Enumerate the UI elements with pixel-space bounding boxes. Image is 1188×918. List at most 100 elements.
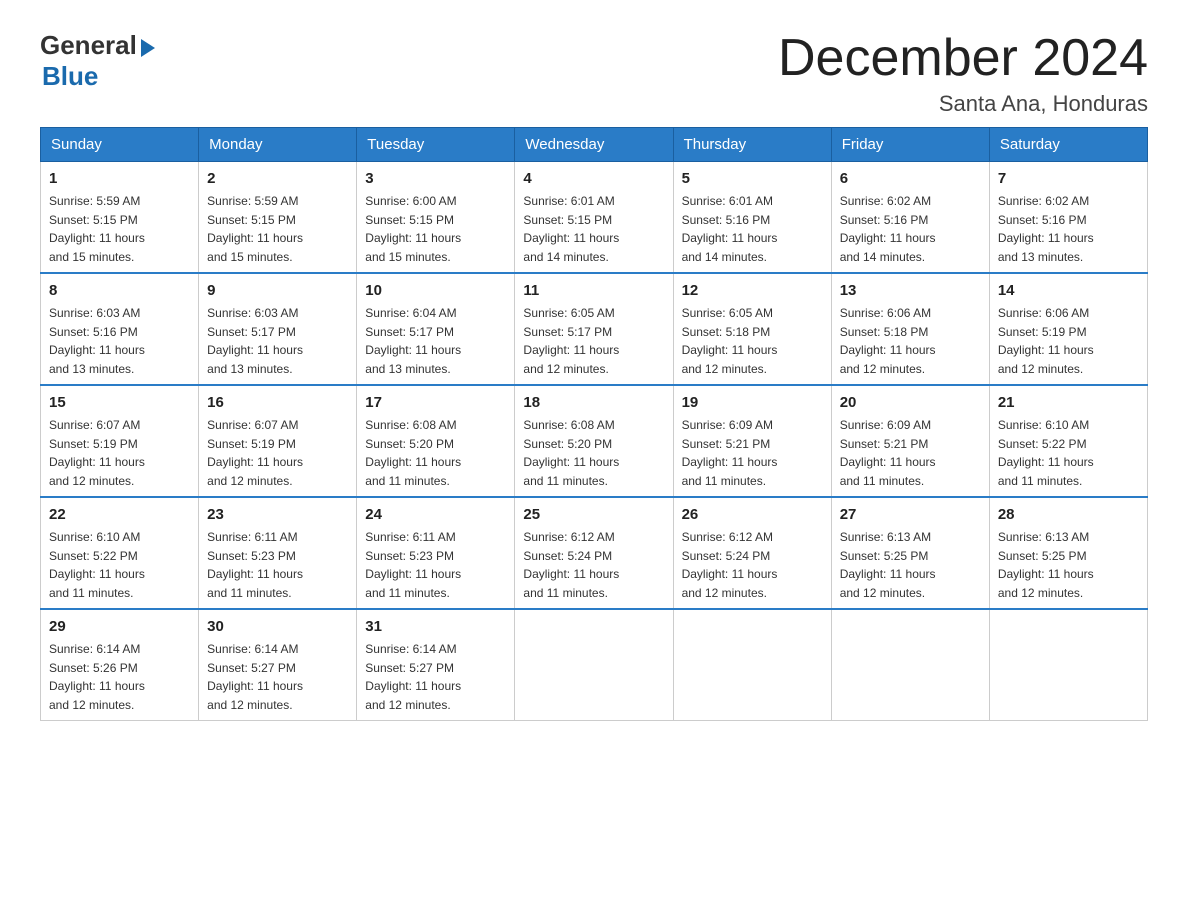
calendar-day-cell: 4 Sunrise: 6:01 AMSunset: 5:15 PMDayligh… <box>515 162 673 274</box>
day-info: Sunrise: 6:14 AMSunset: 5:26 PMDaylight:… <box>49 642 145 712</box>
day-of-week-header: Saturday <box>989 128 1147 162</box>
day-of-week-header: Thursday <box>673 128 831 162</box>
calendar-day-cell: 16 Sunrise: 6:07 AMSunset: 5:19 PMDaylig… <box>199 385 357 497</box>
calendar-day-cell: 19 Sunrise: 6:09 AMSunset: 5:21 PMDaylig… <box>673 385 831 497</box>
day-info: Sunrise: 6:01 AMSunset: 5:16 PMDaylight:… <box>682 194 778 264</box>
day-info: Sunrise: 6:09 AMSunset: 5:21 PMDaylight:… <box>840 418 936 488</box>
calendar-day-cell <box>989 609 1147 721</box>
calendar-day-cell: 28 Sunrise: 6:13 AMSunset: 5:25 PMDaylig… <box>989 497 1147 609</box>
day-info: Sunrise: 6:06 AMSunset: 5:19 PMDaylight:… <box>998 306 1094 376</box>
calendar-day-cell: 26 Sunrise: 6:12 AMSunset: 5:24 PMDaylig… <box>673 497 831 609</box>
calendar-day-cell: 6 Sunrise: 6:02 AMSunset: 5:16 PMDayligh… <box>831 162 989 274</box>
page-header: General Blue December 2024 Santa Ana, Ho… <box>40 30 1148 117</box>
logo: General Blue <box>40 30 155 92</box>
day-info: Sunrise: 6:12 AMSunset: 5:24 PMDaylight:… <box>523 530 619 600</box>
day-number: 17 <box>365 392 506 413</box>
day-of-week-header: Wednesday <box>515 128 673 162</box>
calendar-day-cell: 2 Sunrise: 5:59 AMSunset: 5:15 PMDayligh… <box>199 162 357 274</box>
calendar-day-cell: 24 Sunrise: 6:11 AMSunset: 5:23 PMDaylig… <box>357 497 515 609</box>
calendar-table: SundayMondayTuesdayWednesdayThursdayFrid… <box>40 127 1148 721</box>
calendar-day-cell: 15 Sunrise: 6:07 AMSunset: 5:19 PMDaylig… <box>41 385 199 497</box>
day-info: Sunrise: 6:02 AMSunset: 5:16 PMDaylight:… <box>840 194 936 264</box>
day-number: 4 <box>523 168 664 189</box>
day-number: 29 <box>49 616 190 637</box>
day-info: Sunrise: 6:13 AMSunset: 5:25 PMDaylight:… <box>840 530 936 600</box>
day-info: Sunrise: 6:02 AMSunset: 5:16 PMDaylight:… <box>998 194 1094 264</box>
day-number: 16 <box>207 392 348 413</box>
day-info: Sunrise: 6:09 AMSunset: 5:21 PMDaylight:… <box>682 418 778 488</box>
calendar-day-cell: 23 Sunrise: 6:11 AMSunset: 5:23 PMDaylig… <box>199 497 357 609</box>
day-number: 3 <box>365 168 506 189</box>
day-info: Sunrise: 5:59 AMSunset: 5:15 PMDaylight:… <box>49 194 145 264</box>
calendar-day-cell: 30 Sunrise: 6:14 AMSunset: 5:27 PMDaylig… <box>199 609 357 721</box>
day-number: 28 <box>998 504 1139 525</box>
day-info: Sunrise: 6:14 AMSunset: 5:27 PMDaylight:… <box>365 642 461 712</box>
logo-blue-text: Blue <box>42 61 98 92</box>
day-number: 23 <box>207 504 348 525</box>
calendar-day-cell: 10 Sunrise: 6:04 AMSunset: 5:17 PMDaylig… <box>357 273 515 385</box>
calendar-day-cell: 9 Sunrise: 6:03 AMSunset: 5:17 PMDayligh… <box>199 273 357 385</box>
day-info: Sunrise: 6:08 AMSunset: 5:20 PMDaylight:… <box>523 418 619 488</box>
day-of-week-header: Tuesday <box>357 128 515 162</box>
day-info: Sunrise: 6:03 AMSunset: 5:16 PMDaylight:… <box>49 306 145 376</box>
calendar-day-cell: 31 Sunrise: 6:14 AMSunset: 5:27 PMDaylig… <box>357 609 515 721</box>
day-number: 6 <box>840 168 981 189</box>
calendar-week-row: 1 Sunrise: 5:59 AMSunset: 5:15 PMDayligh… <box>41 162 1148 274</box>
day-number: 24 <box>365 504 506 525</box>
day-info: Sunrise: 6:05 AMSunset: 5:17 PMDaylight:… <box>523 306 619 376</box>
days-header-row: SundayMondayTuesdayWednesdayThursdayFrid… <box>41 128 1148 162</box>
day-number: 31 <box>365 616 506 637</box>
day-number: 26 <box>682 504 823 525</box>
day-of-week-header: Sunday <box>41 128 199 162</box>
calendar-week-row: 22 Sunrise: 6:10 AMSunset: 5:22 PMDaylig… <box>41 497 1148 609</box>
calendar-day-cell: 22 Sunrise: 6:10 AMSunset: 5:22 PMDaylig… <box>41 497 199 609</box>
day-info: Sunrise: 6:07 AMSunset: 5:19 PMDaylight:… <box>49 418 145 488</box>
day-info: Sunrise: 6:01 AMSunset: 5:15 PMDaylight:… <box>523 194 619 264</box>
day-number: 14 <box>998 280 1139 301</box>
day-number: 18 <box>523 392 664 413</box>
day-number: 27 <box>840 504 981 525</box>
calendar-week-row: 8 Sunrise: 6:03 AMSunset: 5:16 PMDayligh… <box>41 273 1148 385</box>
day-info: Sunrise: 6:12 AMSunset: 5:24 PMDaylight:… <box>682 530 778 600</box>
calendar-day-cell: 3 Sunrise: 6:00 AMSunset: 5:15 PMDayligh… <box>357 162 515 274</box>
day-number: 2 <box>207 168 348 189</box>
calendar-day-cell: 21 Sunrise: 6:10 AMSunset: 5:22 PMDaylig… <box>989 385 1147 497</box>
day-number: 25 <box>523 504 664 525</box>
day-info: Sunrise: 6:07 AMSunset: 5:19 PMDaylight:… <box>207 418 303 488</box>
calendar-day-cell: 8 Sunrise: 6:03 AMSunset: 5:16 PMDayligh… <box>41 273 199 385</box>
calendar-day-cell <box>831 609 989 721</box>
calendar-day-cell: 12 Sunrise: 6:05 AMSunset: 5:18 PMDaylig… <box>673 273 831 385</box>
calendar-day-cell: 5 Sunrise: 6:01 AMSunset: 5:16 PMDayligh… <box>673 162 831 274</box>
calendar-day-cell: 18 Sunrise: 6:08 AMSunset: 5:20 PMDaylig… <box>515 385 673 497</box>
calendar-day-cell <box>515 609 673 721</box>
calendar-title: December 2024 <box>778 30 1148 87</box>
calendar-subtitle: Santa Ana, Honduras <box>778 91 1148 117</box>
day-info: Sunrise: 6:11 AMSunset: 5:23 PMDaylight:… <box>207 530 303 600</box>
day-number: 12 <box>682 280 823 301</box>
calendar-day-cell: 1 Sunrise: 5:59 AMSunset: 5:15 PMDayligh… <box>41 162 199 274</box>
day-info: Sunrise: 6:11 AMSunset: 5:23 PMDaylight:… <box>365 530 461 600</box>
day-info: Sunrise: 6:00 AMSunset: 5:15 PMDaylight:… <box>365 194 461 264</box>
day-number: 8 <box>49 280 190 301</box>
logo-arrow-icon <box>141 39 155 57</box>
calendar-day-cell: 7 Sunrise: 6:02 AMSunset: 5:16 PMDayligh… <box>989 162 1147 274</box>
day-info: Sunrise: 6:03 AMSunset: 5:17 PMDaylight:… <box>207 306 303 376</box>
day-number: 15 <box>49 392 190 413</box>
day-number: 22 <box>49 504 190 525</box>
day-number: 11 <box>523 280 664 301</box>
calendar-day-cell: 27 Sunrise: 6:13 AMSunset: 5:25 PMDaylig… <box>831 497 989 609</box>
calendar-day-cell: 20 Sunrise: 6:09 AMSunset: 5:21 PMDaylig… <box>831 385 989 497</box>
day-number: 20 <box>840 392 981 413</box>
day-info: Sunrise: 6:08 AMSunset: 5:20 PMDaylight:… <box>365 418 461 488</box>
day-info: Sunrise: 6:10 AMSunset: 5:22 PMDaylight:… <box>49 530 145 600</box>
day-number: 21 <box>998 392 1139 413</box>
day-number: 10 <box>365 280 506 301</box>
day-number: 1 <box>49 168 190 189</box>
day-number: 9 <box>207 280 348 301</box>
logo-general-text: General <box>40 30 137 61</box>
day-number: 7 <box>998 168 1139 189</box>
calendar-day-cell: 29 Sunrise: 6:14 AMSunset: 5:26 PMDaylig… <box>41 609 199 721</box>
day-number: 5 <box>682 168 823 189</box>
calendar-day-cell: 17 Sunrise: 6:08 AMSunset: 5:20 PMDaylig… <box>357 385 515 497</box>
calendar-week-row: 29 Sunrise: 6:14 AMSunset: 5:26 PMDaylig… <box>41 609 1148 721</box>
